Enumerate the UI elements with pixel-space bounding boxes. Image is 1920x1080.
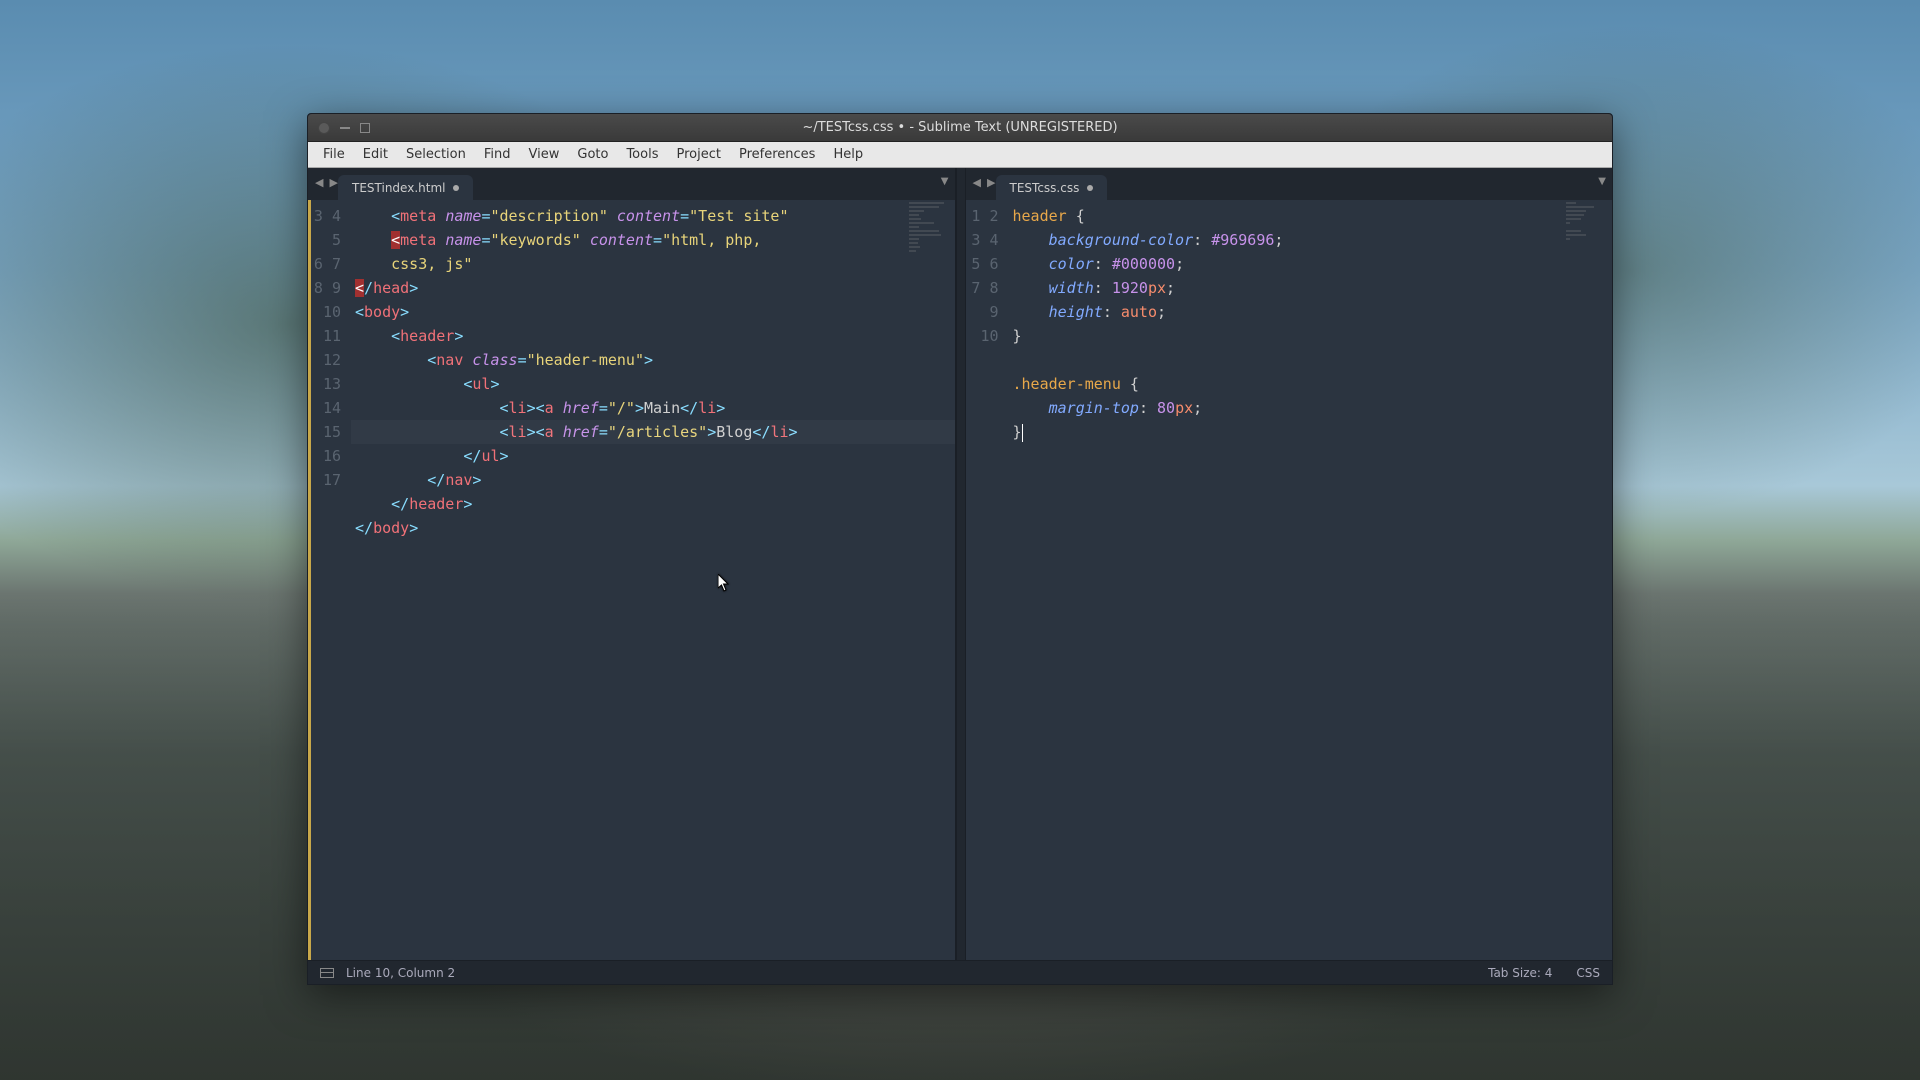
sublime-window: ~/TESTcss.css • - Sublime Text (UNREGIST… [307, 113, 1613, 985]
tabbar-right: ◀ ▶ TESTcss.css ▼ [966, 168, 1613, 200]
menu-file[interactable]: File [314, 144, 354, 165]
status-position[interactable]: Line 10, Column 2 [346, 966, 455, 980]
pane-right: ◀ ▶ TESTcss.css ▼ 1 2 3 4 5 6 7 8 9 10 h… [966, 168, 1613, 960]
editor-left[interactable]: 3 4 5 6 7 8 9 10 11 12 13 14 15 16 17 <m… [308, 200, 955, 960]
tab-dropdown-icon[interactable]: ▼ [1598, 176, 1606, 187]
tab-testindex[interactable]: TESTindex.html [338, 175, 473, 201]
menu-view[interactable]: View [520, 144, 569, 165]
editor-right[interactable]: 1 2 3 4 5 6 7 8 9 10 header { background… [966, 200, 1613, 960]
nav-back-icon[interactable]: ◀ [312, 174, 326, 191]
pane-divider[interactable] [956, 168, 966, 960]
panel-switcher-icon[interactable] [320, 968, 334, 978]
tab-label: TESTcss.css [1010, 181, 1080, 195]
menu-find[interactable]: Find [475, 144, 520, 165]
dirty-indicator-icon [453, 185, 459, 191]
tabbar-left: ◀ ▶ TESTindex.html ▼ [308, 168, 955, 200]
status-syntax[interactable]: CSS [1576, 966, 1600, 980]
pane-left: ◀ ▶ TESTindex.html ▼ 3 4 5 6 7 8 9 10 11… [308, 168, 956, 960]
maximize-icon[interactable] [360, 123, 370, 133]
menu-help[interactable]: Help [824, 144, 872, 165]
desktop-wallpaper: ~/TESTcss.css • - Sublime Text (UNREGIST… [0, 0, 1920, 1080]
minimap-right[interactable] [1562, 200, 1612, 960]
tab-label: TESTindex.html [352, 181, 445, 195]
menu-edit[interactable]: Edit [354, 144, 397, 165]
menu-goto[interactable]: Goto [568, 144, 617, 165]
nav-back-icon[interactable]: ◀ [970, 174, 984, 191]
window-titlebar[interactable]: ~/TESTcss.css • - Sublime Text (UNREGIST… [308, 114, 1612, 142]
menu-preferences[interactable]: Preferences [730, 144, 824, 165]
code-left[interactable]: <meta name="description" content="Test s… [351, 200, 955, 960]
menu-project[interactable]: Project [667, 144, 729, 165]
menu-tools[interactable]: Tools [617, 144, 667, 165]
gutter-right: 1 2 3 4 5 6 7 8 9 10 [969, 200, 1009, 960]
tab-dropdown-icon[interactable]: ▼ [941, 176, 949, 187]
status-tab-size[interactable]: Tab Size: 4 [1488, 966, 1552, 980]
code-right[interactable]: header { background-color: #969696; colo… [1009, 200, 1613, 960]
menu-selection[interactable]: Selection [397, 144, 475, 165]
tab-testcss[interactable]: TESTcss.css [996, 175, 1108, 201]
statusbar: Line 10, Column 2 Tab Size: 4 CSS [308, 960, 1612, 984]
window-title: ~/TESTcss.css • - Sublime Text (UNREGIST… [308, 120, 1612, 135]
workspace: ◀ ▶ TESTindex.html ▼ 3 4 5 6 7 8 9 10 11… [308, 168, 1612, 960]
gutter-left: 3 4 5 6 7 8 9 10 11 12 13 14 15 16 17 [311, 200, 351, 960]
close-icon[interactable] [318, 122, 330, 134]
minimap-left[interactable] [905, 200, 955, 960]
dirty-indicator-icon [1087, 185, 1093, 191]
menubar: File Edit Selection Find View Goto Tools… [308, 142, 1612, 168]
minimize-icon[interactable] [340, 127, 350, 129]
